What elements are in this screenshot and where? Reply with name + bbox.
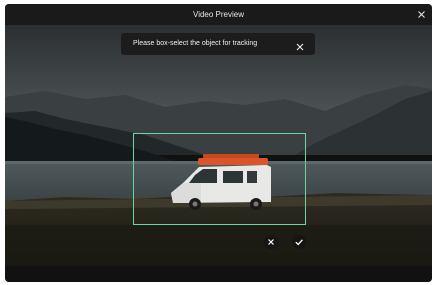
tracking-hint-toast: Please box-select the object for trackin… — [121, 33, 315, 55]
check-icon — [295, 239, 303, 246]
toast-message: Please box-select the object for trackin… — [133, 40, 258, 47]
toast-close-button[interactable] — [295, 39, 305, 51]
tracking-selection-box[interactable] — [133, 133, 306, 225]
bottom-bar — [5, 266, 432, 282]
close-icon — [268, 239, 274, 245]
close-icon — [418, 11, 425, 18]
window-title: Video Preview — [193, 10, 244, 19]
confirm-selection-button[interactable] — [292, 235, 306, 249]
title-bar: Video Preview — [5, 4, 432, 25]
cancel-selection-button[interactable] — [264, 235, 278, 249]
close-icon — [296, 43, 304, 51]
window-close-button[interactable] — [415, 8, 428, 21]
